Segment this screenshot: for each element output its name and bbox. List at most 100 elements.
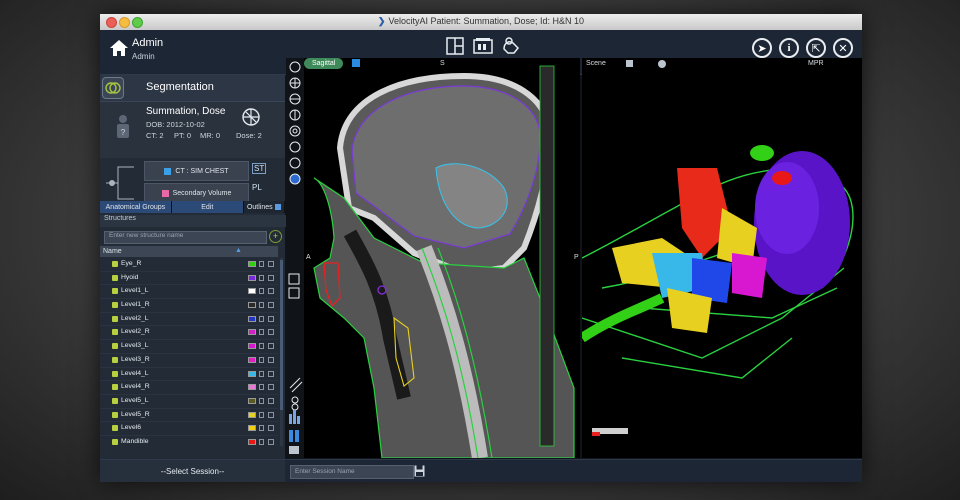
structure-row[interactable]: Level6	[100, 422, 278, 436]
lock-icon[interactable]	[259, 329, 264, 336]
lock-icon[interactable]	[259, 425, 264, 432]
layout-mode-button[interactable]	[443, 34, 467, 58]
edit-icon[interactable]	[268, 356, 274, 363]
select-session-dropdown[interactable]: --Select Session--	[100, 460, 285, 482]
edit-icon[interactable]	[268, 397, 274, 404]
edit-icon[interactable]	[268, 315, 274, 322]
color-swatch[interactable]	[248, 425, 256, 432]
color-swatch[interactable]	[248, 302, 256, 309]
structure-row[interactable]: Hyoid	[100, 272, 278, 286]
color-swatch[interactable]	[248, 384, 256, 391]
lock-icon[interactable]	[259, 356, 264, 363]
lock-icon[interactable]	[259, 302, 264, 309]
color-swatch[interactable]	[248, 329, 256, 336]
edit-icon[interactable]	[268, 384, 274, 391]
edit-icon[interactable]	[268, 302, 274, 309]
tab-anatomical-groups[interactable]: Anatomical Groups	[100, 201, 172, 213]
color-swatch[interactable]	[248, 288, 256, 295]
lock-icon[interactable]	[259, 315, 264, 322]
primary-volume-button[interactable]: CT : SIM CHEST	[144, 161, 249, 181]
info-button[interactable]: i	[779, 38, 799, 58]
visibility-checkbox[interactable]	[112, 370, 118, 377]
edit-icon[interactable]	[268, 329, 274, 336]
visibility-checkbox[interactable]	[112, 315, 118, 322]
structure-name: Eye_R	[121, 260, 142, 267]
color-swatch[interactable]	[248, 343, 256, 350]
structure-row[interactable]: Level5_L	[100, 395, 278, 409]
tab-edit[interactable]: Edit	[171, 201, 244, 213]
lock-icon[interactable]	[259, 411, 264, 418]
edit-icon[interactable]	[268, 343, 274, 350]
sagittal-viewer[interactable]: Sagittal S A P	[304, 58, 580, 458]
edit-icon[interactable]	[268, 425, 274, 432]
color-swatch[interactable]	[248, 397, 256, 404]
structure-row[interactable]: Level1_R	[100, 299, 278, 313]
lock-icon[interactable]	[259, 370, 264, 377]
film-strip-icon	[473, 38, 493, 54]
color-swatch[interactable]	[248, 274, 256, 281]
structure-row[interactable]: Level2_R	[100, 326, 278, 341]
share-tree-icon	[106, 166, 134, 200]
structure-row[interactable]: Level4_L	[100, 368, 278, 382]
save-icon[interactable]	[414, 465, 425, 477]
edit-icon[interactable]	[268, 370, 274, 377]
segmentation-icon[interactable]	[102, 77, 124, 99]
edit-icon[interactable]	[268, 411, 274, 418]
edit-icon[interactable]	[268, 438, 274, 445]
scene-viewer[interactable]: Scene MPR	[582, 58, 862, 458]
color-swatch[interactable]	[248, 370, 256, 377]
structure-row[interactable]: Eye_R	[100, 258, 278, 272]
outlines-checkbox[interactable]	[274, 204, 281, 210]
edit-icon[interactable]	[268, 261, 274, 267]
tab-outlines[interactable]: Outlines	[243, 201, 285, 213]
visibility-checkbox[interactable]	[112, 411, 118, 418]
visibility-checkbox[interactable]	[112, 302, 118, 309]
color-swatch[interactable]	[248, 261, 256, 267]
visibility-checkbox[interactable]	[112, 274, 118, 281]
edit-icon[interactable]	[268, 274, 274, 281]
visibility-checkbox[interactable]	[112, 329, 118, 336]
visibility-checkbox[interactable]	[112, 425, 118, 432]
structure-row[interactable]: Level5_R	[100, 409, 278, 423]
lock-icon[interactable]	[259, 288, 264, 295]
st-badge[interactable]: ST	[252, 163, 267, 174]
lock-icon[interactable]	[259, 397, 264, 404]
structure-row[interactable]: Level1_L	[100, 285, 278, 300]
segmentation-mode-button[interactable]	[499, 34, 523, 58]
visibility-checkbox[interactable]	[112, 397, 118, 404]
lock-icon[interactable]	[259, 274, 264, 281]
color-swatch[interactable]	[248, 315, 256, 322]
export-button[interactable]: ⇱	[806, 38, 826, 58]
visibility-checkbox[interactable]	[112, 438, 118, 445]
structure-row[interactable]: Level4_R	[100, 381, 278, 395]
close-button[interactable]: ✕	[833, 38, 853, 58]
lock-icon[interactable]	[259, 343, 264, 350]
home-icon[interactable]	[108, 37, 130, 59]
edit-icon[interactable]	[268, 288, 274, 295]
session-name-input[interactable]: Enter Session Name	[290, 465, 414, 479]
lock-icon[interactable]	[259, 261, 264, 267]
structure-scroll-thumb[interactable]	[280, 260, 283, 410]
structure-row[interactable]: Level3_L	[100, 340, 278, 354]
secondary-volume-button[interactable]: Secondary Volume	[144, 183, 249, 203]
film-mode-button[interactable]	[471, 34, 495, 58]
color-swatch[interactable]	[248, 411, 256, 418]
color-swatch[interactable]	[248, 438, 256, 445]
lock-icon[interactable]	[259, 384, 264, 391]
add-structure-button[interactable]: +	[269, 230, 282, 243]
lock-icon[interactable]	[259, 438, 264, 445]
sort-ascending-icon[interactable]: ▲	[235, 247, 242, 254]
structure-name-input[interactable]: Enter new structure name	[104, 231, 267, 244]
name-column-label[interactable]: Name	[103, 248, 122, 255]
back-button[interactable]: ➤	[752, 38, 772, 58]
visibility-checkbox[interactable]	[112, 288, 118, 295]
pl-badge[interactable]: PL	[252, 183, 262, 192]
color-swatch[interactable]	[248, 356, 256, 363]
structure-row[interactable]: Level3_R	[100, 354, 278, 368]
visibility-checkbox[interactable]	[112, 384, 118, 391]
visibility-checkbox[interactable]	[112, 261, 118, 267]
structure-row[interactable]: Level2_L	[100, 313, 278, 327]
visibility-checkbox[interactable]	[112, 343, 118, 350]
structure-row[interactable]: Mandible	[100, 436, 278, 446]
visibility-checkbox[interactable]	[112, 356, 118, 363]
